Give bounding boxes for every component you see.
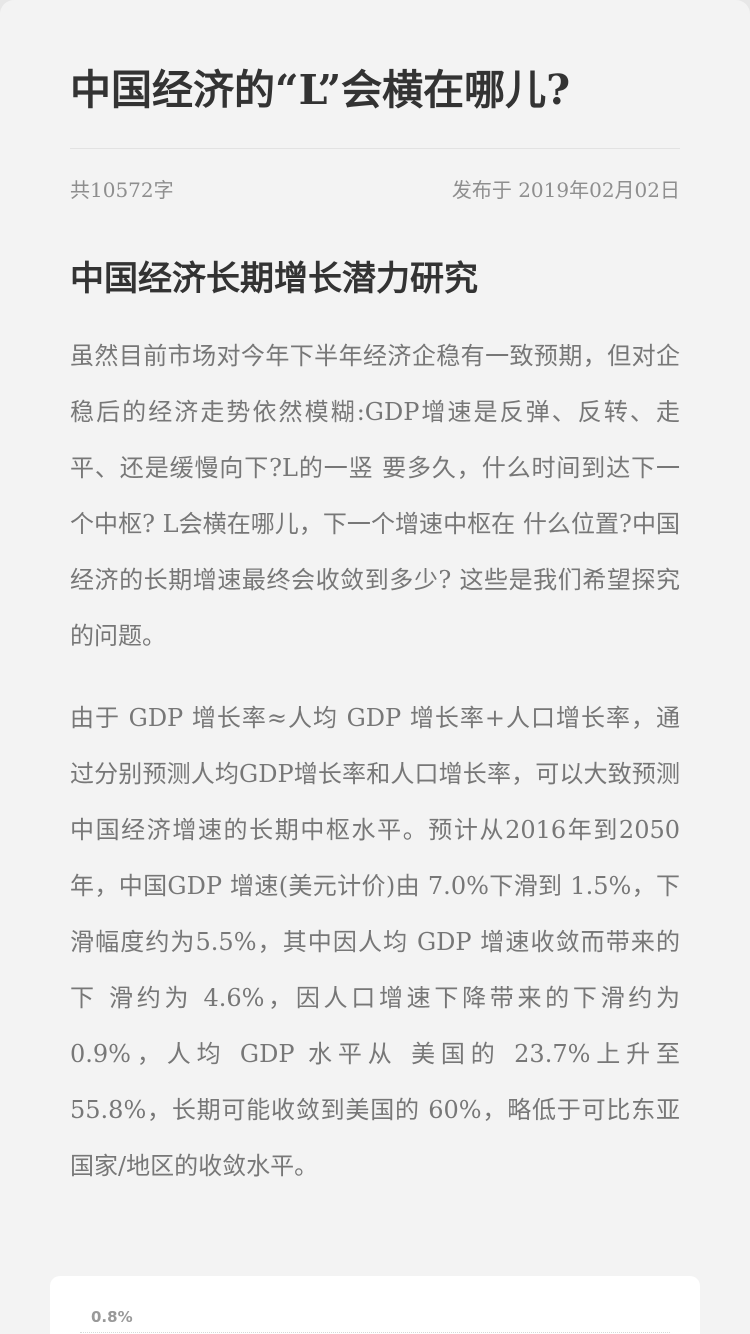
article-paragraph-1: 虽然目前市场对今年下半年经济企稳有一致预期，但对企稳后的经济走势依然模糊:GDP… <box>70 342 680 650</box>
section-heading: 中国经济长期增长潜力研究 <box>70 259 478 299</box>
article-meta: 共10572字 发布于 2019年02月02日 <box>70 168 680 208</box>
chart-grid-line <box>80 1332 670 1333</box>
chart-card: 0.8% <box>50 1276 700 1334</box>
article-title: 中国经济的“L”会横在哪儿? <box>70 66 571 114</box>
article-paragraph-2: 由于 GDP 增长率≈人均 GDP 增长率+人口增长率，通过分别预测人均GDP增… <box>70 704 680 1180</box>
title-divider <box>70 148 680 149</box>
word-count: 共10572字 <box>70 177 174 202</box>
published-date: 发布于 2019年02月02日 <box>451 177 680 202</box>
chart-y-tick-label: 0.8% <box>91 1308 133 1326</box>
article-page: 中国经济的“L”会横在哪儿? 共10572字 发布于 2019年02月02日 中… <box>0 0 750 1334</box>
